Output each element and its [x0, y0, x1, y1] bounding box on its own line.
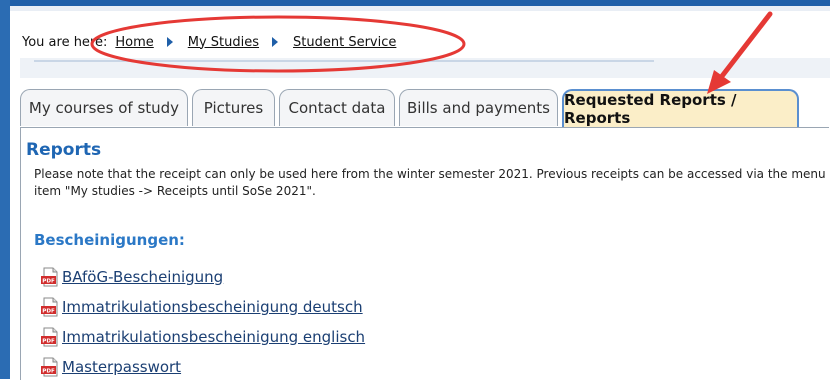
- annotation-overlay: [90, 11, 773, 94]
- annotation-arrow-head: [707, 70, 731, 94]
- annotation-ellipse: [90, 15, 466, 73]
- annotation-arrow-shaft: [716, 11, 773, 83]
